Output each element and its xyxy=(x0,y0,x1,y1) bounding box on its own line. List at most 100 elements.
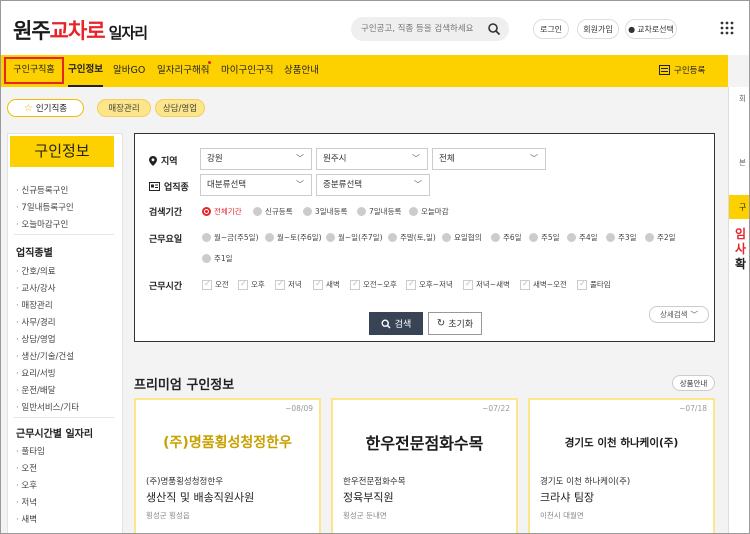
product-guide-button[interactable]: 상품안내 xyxy=(672,375,715,391)
card-job-title: 크라샤 팀장 xyxy=(540,491,595,504)
days-radio[interactable]: 요일협의 xyxy=(442,232,482,243)
card-job-title: 생산직 및 배송직원사원 xyxy=(146,491,255,504)
sidebar-item[interactable]: 풀타임 xyxy=(16,445,44,457)
industry-major-select[interactable]: 대분류선택 ﹀ xyxy=(200,174,312,196)
register-icon xyxy=(659,65,670,75)
days-label: 근무요일 xyxy=(149,235,183,245)
region-select-button[interactable]: ● 교차로선택 xyxy=(625,19,677,39)
premium-job-card[interactable]: ~07/18 경기도 이천 하나케이(주) 경기도 이천 하나케이(주) 크라샤… xyxy=(528,398,715,533)
days-radio[interactable]: 월~토(주6일) xyxy=(265,232,322,243)
search-filter-panel: 지역 강원 ﹀ 원주시 ﹀ 전체 ﹀ 업직종 대분류선택 ﹀ 중분류선택 ﹀ 검색기간 전… xyxy=(134,133,715,342)
divider xyxy=(14,417,114,418)
chevron-down-icon: ﹀ xyxy=(412,154,420,163)
right-panel-tab[interactable]: 구 xyxy=(729,195,749,219)
days-radio[interactable]: 월~일(주7일) xyxy=(326,232,383,243)
search-input[interactable] xyxy=(361,22,485,36)
signup-button[interactable]: 회원가입 xyxy=(577,19,619,39)
sidebar-heading: 근무시간별 일자리 xyxy=(16,429,94,440)
hours-checkbox[interactable]: 저녁 xyxy=(275,279,302,290)
days-radio[interactable]: 주4일 xyxy=(567,232,598,243)
sidebar-item[interactable]: 상담/영업 xyxy=(16,333,55,345)
main-nav: 구인구직홈 구인정보 알바GO 일자리구해줘 마이구인구직 상품안내 구인등록 xyxy=(1,55,728,87)
region-district-select[interactable]: 전체 ﹀ xyxy=(432,148,546,170)
card-company: 경기도 이천 하나케이(주) xyxy=(540,477,631,487)
days-radio[interactable]: 월~금(주5일) xyxy=(202,232,259,243)
reset-button[interactable]: ↻ 초기화 xyxy=(428,312,482,335)
grid-menu-icon[interactable] xyxy=(720,21,734,35)
new-badge-dot xyxy=(208,61,211,64)
popular-jobs-chip[interactable]: ☆ 인기직종 xyxy=(7,99,84,117)
sidebar-item[interactable]: 일반서비스/기타 xyxy=(16,401,79,413)
premium-job-card[interactable]: ~08/09 (주)명품횡성청정한우 (주)명품횡성청정한우 생산직 및 배송직… xyxy=(134,398,321,533)
chip-store-management[interactable]: 매장관리 xyxy=(97,99,151,117)
premium-job-card[interactable]: ~07/22 한우전문점화수목 한우전문점화수목 정육부직원 횡성군 둔내면 xyxy=(331,398,518,533)
hours-checkbox[interactable]: 오전~오후 xyxy=(350,279,397,290)
sidebar-item[interactable]: 저녁 xyxy=(16,496,37,508)
card-job-title: 정육부직원 xyxy=(343,491,394,504)
sidebar-item[interactable]: 오전 xyxy=(16,462,37,474)
hours-checkbox[interactable]: 새벽~오전 xyxy=(520,279,567,290)
sidebar-item[interactable]: 사무/경리 xyxy=(16,316,55,328)
days-radio[interactable]: 주2일 xyxy=(645,232,676,243)
sidebar-item[interactable]: 오늘마감구인 xyxy=(16,218,68,230)
sidebar-item[interactable]: 새벽 xyxy=(16,513,37,525)
hours-checkbox[interactable]: 오전 xyxy=(202,279,229,290)
nav-item-products[interactable]: 상품안내 xyxy=(284,55,319,87)
sidebar-item[interactable]: 생산/기술/건설 xyxy=(16,350,74,362)
nav-item-find-job[interactable]: 일자리구해줘 xyxy=(157,55,209,87)
hours-checkbox[interactable]: 오후 xyxy=(238,279,265,290)
hours-label: 근무시간 xyxy=(149,282,183,292)
refresh-icon: ↻ xyxy=(436,318,446,329)
sidebar-heading: 업직종별 xyxy=(16,248,53,259)
days-radio[interactable]: 주5일 xyxy=(529,232,560,243)
detail-search-button[interactable]: 상세검색 ﹀ xyxy=(649,306,709,323)
period-radio-today[interactable]: 오늘마감 xyxy=(409,206,449,217)
chevron-down-icon: ﹀ xyxy=(296,180,304,189)
hours-checkbox[interactable]: 오후~저녁 xyxy=(406,279,453,290)
period-radio-all[interactable]: 전체기간 xyxy=(202,206,242,217)
sidebar-item[interactable]: 교사/강사 xyxy=(16,282,55,294)
region-province-select[interactable]: 강원 ﹀ xyxy=(200,148,312,170)
header: 원주교차로일자리 로그인 회원가입 ●교차로선택 xyxy=(1,1,749,55)
period-radio-3days[interactable]: 3일내등록 xyxy=(303,206,347,217)
sidebar-item[interactable]: 간호/의료 xyxy=(16,265,55,277)
period-radio-7days[interactable]: 7일내등록 xyxy=(357,206,401,217)
industry-minor-select[interactable]: 중분류선택 ﹀ xyxy=(316,174,430,196)
login-button[interactable]: 로그인 xyxy=(533,19,569,39)
job-register-link[interactable]: 구인등록 xyxy=(659,64,705,76)
star-icon: ☆ xyxy=(23,102,33,114)
chip-consulting-sales[interactable]: 상담/영업 xyxy=(155,99,205,117)
card-deadline: ~08/09 xyxy=(285,404,313,413)
sidebar-item[interactable]: 7일내등록구인 xyxy=(16,201,73,213)
days-radio[interactable]: 주6일 xyxy=(491,232,522,243)
card-location: 횡성군 둔내면 xyxy=(343,511,387,520)
period-radio-new[interactable]: 신규등록 xyxy=(253,206,293,217)
hours-checkbox[interactable]: 풀타임 xyxy=(577,279,611,290)
hours-checkbox[interactable]: 새벽 xyxy=(313,279,340,290)
location-pin-icon xyxy=(149,155,157,166)
chevron-down-icon: ﹀ xyxy=(530,154,538,163)
card-company: (주)명품횡성청정한우 xyxy=(146,477,224,487)
card-deadline: ~07/22 xyxy=(482,404,510,413)
hours-checkbox[interactable]: 저녁~새벽 xyxy=(463,279,510,290)
location-pin-icon: ● xyxy=(628,24,636,34)
id-card-icon xyxy=(149,182,160,191)
nav-item-my-job[interactable]: 마이구인구직 xyxy=(221,55,273,87)
days-radio[interactable]: 주1일 xyxy=(202,253,233,264)
sidebar-item[interactable]: 오후 xyxy=(16,479,37,491)
days-radio[interactable]: 주3일 xyxy=(606,232,637,243)
period-label: 검색기간 xyxy=(149,208,183,218)
region-city-select[interactable]: 원주시 ﹀ xyxy=(316,148,428,170)
sidebar-item[interactable]: 요리/서빙 xyxy=(16,367,55,379)
nav-item-albago[interactable]: 알바GO xyxy=(113,55,145,87)
nav-item-home[interactable]: 구인구직홈 xyxy=(4,57,64,84)
search-icon[interactable] xyxy=(487,22,501,36)
site-logo[interactable]: 원주교차로 일자리 xyxy=(13,15,148,45)
search-button[interactable]: 검색 xyxy=(369,312,423,335)
days-radio[interactable]: 주말(토,일) xyxy=(388,232,436,243)
nav-item-job-info[interactable]: 구인정보 xyxy=(68,55,103,87)
sidebar-item[interactable]: 운전/배달 xyxy=(16,384,55,396)
chevron-down-icon: ﹀ xyxy=(690,310,699,319)
sidebar-item[interactable]: 신규등록구인 xyxy=(16,184,68,196)
sidebar-item[interactable]: 매장관리 xyxy=(16,299,52,311)
